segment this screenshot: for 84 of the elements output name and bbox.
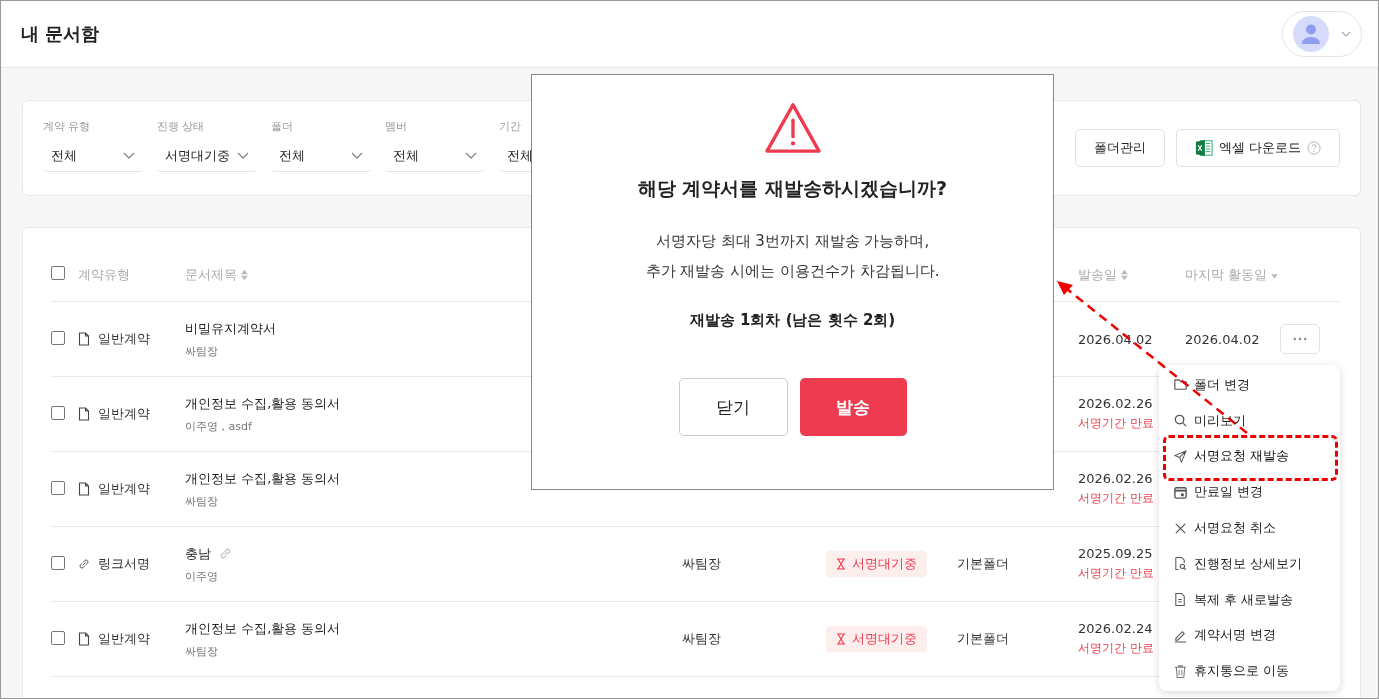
calendar-icon: [1173, 484, 1188, 500]
sent-date: 2026.02.26: [1078, 471, 1153, 486]
menu-item[interactable]: 복제 후 새로발송: [1173, 587, 1328, 612]
doc-icon: [1173, 592, 1188, 608]
search-icon: [1173, 413, 1188, 429]
dialog-title: 해당 계약서를 재발송하시겠습니까?: [637, 176, 948, 201]
expiry-note: 서명기간 만료: [1078, 640, 1154, 657]
help-icon: [1307, 141, 1321, 155]
chevron-down-icon: [1341, 31, 1351, 37]
chevron-down-icon: [123, 152, 135, 159]
page-title: 내 문서함: [21, 22, 100, 46]
sort-icon: [240, 268, 249, 281]
close-button[interactable]: 닫기: [678, 378, 788, 436]
sender-name: 싸팀장: [682, 555, 721, 573]
menu-item[interactable]: 진행정보 상세보기: [1173, 551, 1328, 576]
signer-names: 싸팀장: [185, 343, 219, 359]
link-icon: [78, 557, 90, 571]
expiry-note: 서명기간 만료: [1078, 565, 1154, 582]
row-checkbox[interactable]: [51, 555, 65, 570]
chevron-down-icon: [351, 152, 363, 159]
document-title[interactable]: 비밀유지계약서: [185, 319, 276, 338]
sent-date: 2026.02.24: [1078, 621, 1153, 636]
contract-type: 일반계약: [98, 480, 150, 498]
sort-icon: [1120, 268, 1129, 281]
row-checkbox[interactable]: [51, 480, 65, 495]
select-all-checkbox[interactable]: [51, 266, 65, 280]
menu-item[interactable]: 서명요청 취소: [1173, 516, 1328, 540]
filter-label: 기간: [499, 119, 522, 134]
expiry-note: 서명기간 만료: [1078, 490, 1154, 507]
avatar-icon: [1293, 16, 1329, 52]
folder-icon: [1173, 377, 1188, 393]
document-title[interactable]: 개인정보 수집,활용 동의서: [185, 619, 341, 638]
sender-name: 싸팀장: [682, 630, 721, 648]
resend-count: 재발송 1회차 (남은 횟수 2회): [689, 311, 896, 330]
doc-search-icon: [1173, 556, 1188, 572]
contract-type: 일반계약: [98, 330, 150, 348]
send-icon: [1173, 448, 1188, 464]
user-menu-button[interactable]: [1282, 11, 1362, 57]
sent-date: 2026.04.02: [1078, 331, 1153, 347]
excel-download-button[interactable]: 엑셀 다운로드: [1175, 129, 1340, 167]
document-icon: [78, 332, 90, 346]
signer-names: 싸팀장: [185, 493, 219, 509]
more-icon: [1293, 337, 1307, 341]
contract-type: 일반계약: [98, 405, 150, 423]
warning-icon: [763, 102, 822, 154]
folder-name: 기본폴더: [957, 555, 1009, 573]
trash-icon: [1173, 663, 1188, 679]
row-checkbox[interactable]: [51, 405, 65, 420]
sent-date: 2026.02.26: [1078, 396, 1153, 411]
folder-name: 기본폴더: [957, 630, 1009, 648]
chevron-down-icon: [237, 152, 249, 159]
filter-label: 폴더: [271, 119, 294, 134]
signer-names: 이주영 , asdf: [185, 418, 253, 434]
document-icon: [78, 407, 90, 421]
document-icon: [78, 632, 90, 646]
folder-manage-button[interactable]: 폴더관리: [1074, 129, 1165, 167]
document-icon: [78, 482, 90, 496]
filter-label: 진행 상태: [157, 119, 206, 134]
menu-item[interactable]: 휴지통으로 이동: [1173, 659, 1328, 684]
status-badge: 서명대기중: [826, 551, 927, 577]
filter-label: 계약 유형: [43, 119, 92, 134]
contract-type: 일반계약: [98, 630, 150, 648]
signer-names: 싸팀장: [185, 643, 219, 659]
signer-names: 이주영: [185, 568, 219, 584]
document-title[interactable]: 충남: [185, 544, 211, 563]
document-title[interactable]: 개인정보 수집,활용 동의서: [185, 394, 341, 413]
menu-item[interactable]: 서명요청 재발송: [1173, 444, 1328, 469]
send-button[interactable]: 발송: [799, 378, 907, 436]
dialog-message: 서명자당 최대 3번까지 재발송 가능하며,: [654, 231, 931, 252]
menu-item[interactable]: 만료일 변경: [1173, 480, 1328, 505]
row-checkbox[interactable]: [51, 330, 65, 345]
expiry-note: 서명기간 만료: [1078, 415, 1154, 432]
spreadsheet-icon: [1194, 139, 1213, 157]
menu-item[interactable]: 폴더 변경: [1173, 372, 1328, 397]
status-badge: 서명대기중: [826, 626, 927, 652]
dialog-message: 추가 재발송 시에는 이용건수가 차감됩니다.: [645, 261, 940, 282]
filter-label: 멤버: [385, 119, 408, 134]
menu-item[interactable]: 계약서명 변경: [1173, 623, 1328, 648]
document-title[interactable]: 개인정보 수집,활용 동의서: [185, 469, 341, 488]
row-checkbox[interactable]: [51, 630, 65, 645]
sent-date: 2025.09.25: [1078, 546, 1153, 561]
contract-type: 링크서명: [98, 555, 150, 573]
chevron-down-icon: [465, 152, 477, 159]
last-activity-date: 2026.04.02: [1185, 331, 1260, 347]
